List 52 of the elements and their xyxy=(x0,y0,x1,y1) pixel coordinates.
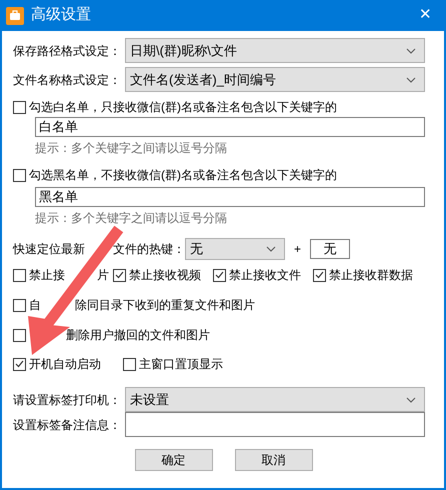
keyword-field[interactable]: 白名单 xyxy=(35,117,425,137)
dropdown[interactable]: 未设置 xyxy=(125,387,425,412)
dropdown[interactable]: 无 xyxy=(185,238,285,260)
checkmark-icon xyxy=(315,271,324,279)
checkbox-label[interactable]: 删除用户撤回的文件和图片 xyxy=(66,326,210,344)
caret-icon xyxy=(406,396,416,402)
checkbox[interactable] xyxy=(13,358,26,370)
field-label: 设置标签备注信息： xyxy=(13,416,122,434)
checkbox[interactable] xyxy=(313,268,326,282)
caret-icon xyxy=(406,76,416,82)
checkbox-label[interactable]: 勾选白名单，只接收微信(群)名或备注名包含以下关键字的 xyxy=(29,98,337,116)
plus-sign: + xyxy=(294,241,302,258)
dialog-button[interactable]: 取消 xyxy=(234,449,312,471)
checkmark-icon xyxy=(115,271,124,279)
keyword-field[interactable]: 黑名单 xyxy=(35,187,425,207)
hint-text: 提示：多个关键字之间请以逗号分隔 xyxy=(35,210,227,227)
checkbox-label[interactable]: 开机自动启动 xyxy=(29,355,101,373)
remark-field[interactable] xyxy=(125,412,425,437)
checkbox-label[interactable]: 自 xyxy=(29,296,41,314)
field-label: 快速定位最新 xyxy=(13,241,85,258)
checkbox-label[interactable]: 勾选黑名单，不接收微信(群)名或备注名包含以下关键字的 xyxy=(29,166,337,184)
checkbox[interactable] xyxy=(13,268,26,282)
dropdown[interactable]: 日期\(群)昵称\文件 xyxy=(125,38,425,63)
key-field[interactable]: 无 xyxy=(310,239,350,259)
checkbox-label[interactable]: 禁止接收群数据 xyxy=(329,266,413,284)
window-title: 高级设置 xyxy=(31,5,91,26)
checkbox-label[interactable]: 禁止接收文件 xyxy=(229,266,301,284)
checkbox-label[interactable]: 除同目录下收到的重复文件和图片 xyxy=(75,296,255,314)
checkbox-label[interactable]: 禁止接 xyxy=(29,266,65,284)
field-label: 文件的热键： xyxy=(113,241,185,258)
caret-icon xyxy=(266,246,276,252)
caret-icon xyxy=(406,48,416,54)
checkmark-icon xyxy=(215,271,224,279)
checkbox-label[interactable]: 禁止接收视频 xyxy=(129,266,201,284)
hint-text: 提示：多个关键字之间请以逗号分隔 xyxy=(35,140,227,157)
field-label: 请设置标签打印机： xyxy=(13,392,122,408)
checkbox[interactable] xyxy=(213,268,226,282)
checkbox[interactable] xyxy=(13,328,26,342)
field-label: 文件名称格式设定： xyxy=(13,72,122,88)
checkbox[interactable] xyxy=(13,100,26,114)
dropdown[interactable]: 文件名(发送者)_时间编号 xyxy=(125,67,425,92)
checkbox-label[interactable]: 片 xyxy=(97,266,109,284)
dialog-button[interactable]: 确定 xyxy=(134,449,212,471)
checkbox[interactable] xyxy=(13,168,26,182)
checkbox[interactable] xyxy=(13,298,26,312)
field-label: 保存路径格式设定： xyxy=(13,42,122,60)
close-button[interactable]: ✕ xyxy=(415,4,436,27)
checkbox[interactable] xyxy=(113,268,126,282)
checkbox-label[interactable]: 主窗口置顶显示 xyxy=(139,355,223,373)
app-icon xyxy=(6,6,24,24)
checkbox[interactable] xyxy=(123,358,136,370)
checkmark-icon xyxy=(15,360,24,368)
